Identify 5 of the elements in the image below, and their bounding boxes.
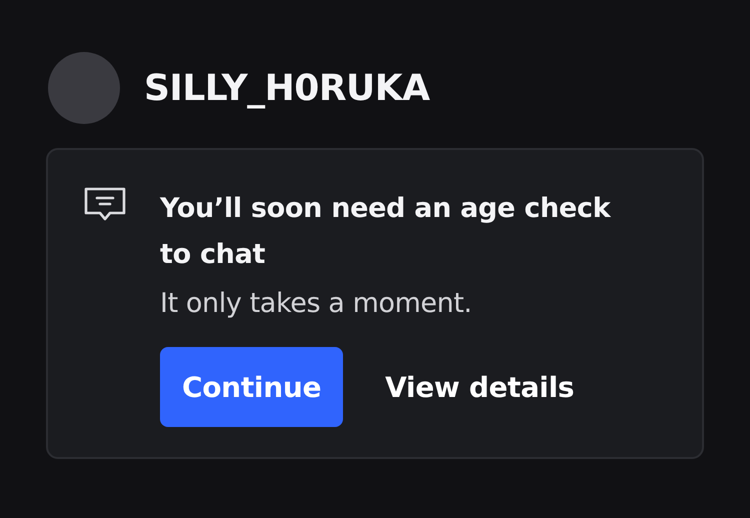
continue-button[interactable]: Continue xyxy=(160,347,344,427)
username: SILLY_H0RUKA xyxy=(144,68,430,108)
notice-title: You’ll soon need an age check to chat xyxy=(160,192,612,272)
notice-subtitle: It only takes a moment. xyxy=(160,288,473,319)
view-details-button[interactable]: View details xyxy=(363,347,596,427)
